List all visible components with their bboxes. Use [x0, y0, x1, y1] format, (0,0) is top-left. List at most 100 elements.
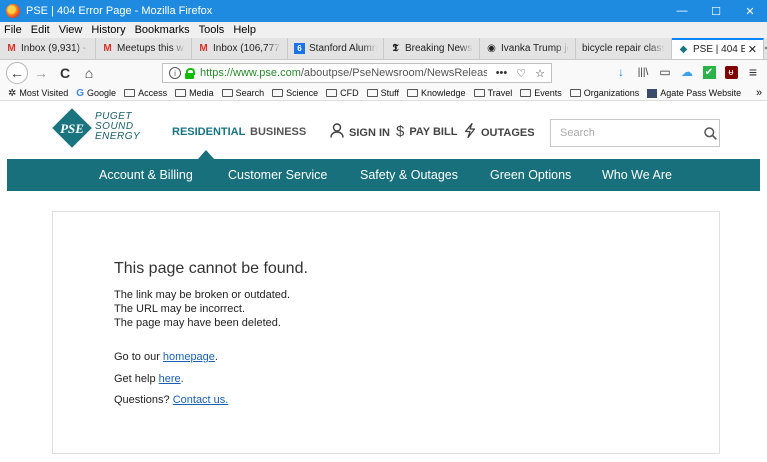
goto-suffix: . [214, 351, 218, 363]
homepage-link[interactable]: homepage [163, 351, 215, 363]
bookmark-folder-organizations[interactable]: Organizations [569, 88, 639, 98]
nav-account-billing[interactable]: Account & Billing [99, 168, 193, 182]
bookmark-folder-science[interactable]: Science [272, 88, 318, 98]
folder-icon [221, 89, 233, 97]
dollar-icon: $ [396, 123, 405, 140]
download-icon[interactable]: ↓ [610, 65, 632, 79]
logo-word: Energy [95, 131, 141, 142]
bookmark-folder-media[interactable]: Media [175, 88, 214, 98]
page-actions-icon[interactable]: ••• [496, 67, 508, 79]
bookmark-label: Knowledge [421, 88, 466, 98]
nav-business[interactable]: BUSINESS [250, 126, 306, 138]
folder-icon [473, 89, 485, 97]
stanford-icon: 6 [294, 43, 305, 54]
help-link[interactable]: here [159, 373, 181, 385]
outages-link[interactable]: OUTAGES [464, 122, 535, 142]
search-input[interactable] [551, 127, 702, 139]
back-button[interactable]: ← [6, 62, 28, 84]
lock-icon[interactable] [185, 68, 195, 79]
bookmark-folder-search[interactable]: Search [221, 88, 265, 98]
folder-icon [124, 89, 136, 97]
tab-stanford-alumni[interactable]: 6 Stanford Alumni [288, 38, 384, 59]
bookmarks-overflow-button[interactable]: » [756, 87, 762, 99]
tab-bicycle-repair[interactable]: bicycle repair classes [576, 38, 672, 59]
nav-green-options[interactable]: Green Options [490, 168, 571, 182]
tab-label: Inbox (106,777) - [213, 43, 281, 54]
site-search [550, 119, 720, 147]
goto-prefix: Go to our [114, 351, 163, 363]
bookmark-label: Travel [487, 88, 513, 98]
menu-edit[interactable]: Edit [31, 24, 50, 36]
nav-safety-outages[interactable]: Safety & Outages [360, 168, 458, 182]
user-icon [330, 123, 344, 142]
tab-gmail-inbox-2[interactable]: M Inbox (106,777) - [192, 38, 288, 59]
check-glyph: ✔ [702, 65, 716, 79]
tab-pse-404[interactable]: ◆ PSE | 404 Erro ✕ [672, 38, 764, 59]
gmail-icon: M [7, 43, 16, 54]
outages-label: OUTAGES [481, 126, 535, 139]
tab-label: Meetups this wee [117, 43, 185, 54]
maximize-button[interactable]: ☐ [699, 0, 733, 22]
reload-button[interactable]: C [54, 62, 76, 84]
bookmark-folder-knowledge[interactable]: Knowledge [407, 88, 466, 98]
bookmark-label: CFD [340, 88, 359, 98]
tab-ivanka-trump[interactable]: ◉ Ivanka Trump jo [480, 38, 576, 59]
folder-icon [407, 89, 419, 97]
close-window-button[interactable]: ✕ [733, 0, 767, 22]
menu-tools[interactable]: Tools [199, 24, 225, 36]
gear-icon: ✲ [8, 87, 17, 99]
menu-icon[interactable]: ≡ [742, 64, 764, 80]
menu-help[interactable]: Help [233, 24, 256, 36]
bookmark-folder-access[interactable]: Access [124, 88, 167, 98]
nyt-icon: 𝕿 [392, 43, 399, 54]
menu-file[interactable]: File [4, 24, 22, 36]
folder-icon [175, 89, 187, 97]
bookmark-google[interactable]: G Google [76, 88, 116, 99]
menu-history[interactable]: History [91, 24, 125, 36]
bookmark-label: Access [138, 88, 168, 98]
bookmark-folder-events[interactable]: Events [520, 88, 562, 98]
nav-who-we-are[interactable]: Who We Are [602, 168, 672, 182]
tab-breaking-news[interactable]: 𝕿 Breaking News, V [384, 38, 480, 59]
bookmark-folder-travel[interactable]: Travel [473, 88, 513, 98]
sign-in-link[interactable]: SIGN IN [330, 123, 390, 142]
contact-us-link[interactable]: Contact us. [173, 394, 229, 406]
bookmark-label: Search [235, 88, 265, 98]
nav-customer-service[interactable]: Customer Service [228, 168, 327, 182]
menu-view[interactable]: View [59, 24, 83, 36]
bookmark-agate-pass[interactable]: Agate Pass Website [647, 88, 741, 98]
bookmark-star-icon[interactable]: ☆ [535, 67, 545, 80]
help-suffix: . [180, 373, 184, 385]
bookmark-most-visited[interactable]: ✲ Most Visited [8, 88, 68, 99]
questions-prefix: Questions? [114, 394, 173, 406]
forward-button[interactable]: → [30, 62, 52, 84]
tab-meetups[interactable]: M Meetups this wee [96, 38, 192, 59]
gmail-icon: M [103, 43, 112, 54]
close-tab-icon[interactable]: ✕ [748, 43, 757, 56]
info-icon[interactable]: i [169, 67, 181, 79]
menu-bookmarks[interactable]: Bookmarks [135, 24, 190, 36]
google-icon: G [76, 87, 85, 99]
nav-residential[interactable]: RESIDENTIAL [172, 126, 245, 138]
pay-bill-link[interactable]: $ PAY BILL [396, 123, 457, 140]
ublock-extension-icon[interactable]: ᵾ [720, 65, 742, 79]
firefox-icon [6, 4, 20, 18]
bookmark-label: Media [189, 88, 214, 98]
pocket-icon[interactable]: ♡ [516, 67, 526, 80]
library-icon[interactable]: |||\ [632, 67, 654, 78]
tab-label: Stanford Alumni [309, 43, 377, 54]
minimize-button[interactable]: — [665, 0, 699, 22]
url-text[interactable]: https://www.pse.com/aboutpse/PseNewsroom… [200, 67, 487, 79]
bookmarks-toolbar: ✲ Most Visited G Google Access Media Searc… [0, 86, 767, 101]
tab-gmail-inbox-1[interactable]: M Inbox (9,931) - sc [0, 38, 96, 59]
url-bar[interactable]: i https://www.pse.com/aboutpse/PseNewsro… [162, 63, 552, 83]
sidebar-icon[interactable]: ▭ [654, 65, 676, 79]
bookmark-folder-cfd[interactable]: CFD [326, 88, 359, 98]
cloud-extension-icon[interactable]: ☁ [676, 65, 698, 79]
check-extension-icon[interactable]: ✔ [698, 65, 720, 79]
window-titlebar: PSE | 404 Error Page - Mozilla Firefox —… [0, 0, 767, 22]
bookmark-folder-stuff[interactable]: Stuff [366, 88, 399, 98]
search-icon[interactable] [702, 126, 719, 140]
home-button[interactable]: ⌂ [78, 62, 100, 84]
main-navigation: Account & Billing Customer Service Safet… [7, 159, 760, 191]
